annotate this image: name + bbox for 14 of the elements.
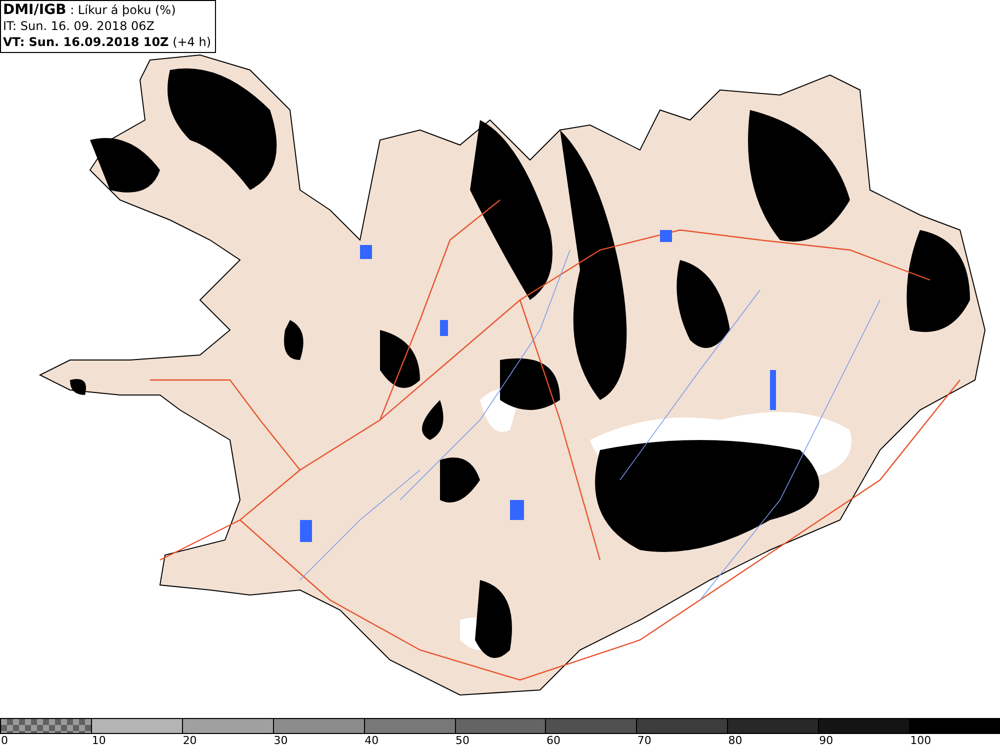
legend-label: 10 — [90, 734, 106, 748]
valid-time: VT: Sun. 16.09.2018 10Z (+4 h) — [3, 34, 212, 50]
legend-label: 60 — [545, 734, 560, 748]
legend-label: 100 — [909, 734, 932, 748]
legend-label: 50 — [454, 734, 470, 748]
legend-label: 80 — [727, 734, 742, 748]
legend-label: 0 — [0, 734, 8, 748]
legend-label: 70 — [636, 734, 652, 748]
legend-label: 30 — [272, 734, 288, 748]
map-title: DMI/IGB : Líkur á þoku (%) — [3, 2, 177, 18]
legend-label: 20 — [182, 734, 197, 748]
legend-label: 90 — [818, 734, 834, 748]
legend-label: 40 — [364, 734, 379, 748]
initial-time: IT: Sun. 16. 09. 2018 06Z — [3, 18, 156, 34]
